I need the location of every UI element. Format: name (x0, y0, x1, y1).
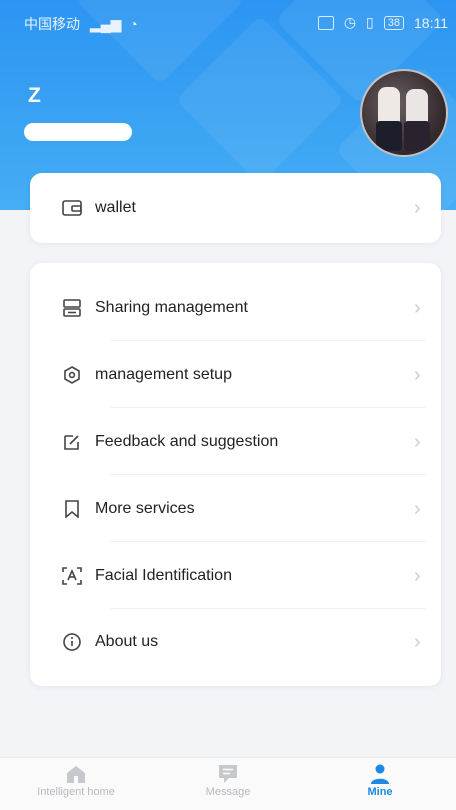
chevron-right-icon: › (414, 196, 421, 219)
user-name: Z (28, 84, 41, 107)
edit-icon (62, 432, 82, 452)
nav-label: Message (205, 786, 251, 798)
wallet-row[interactable]: wallet › (30, 175, 441, 241)
avatar-figure (406, 89, 428, 123)
nav-label: Intelligent home (37, 786, 115, 798)
nav-tab-mine[interactable]: Mine (304, 758, 456, 810)
menu-item-label: Sharing management (95, 299, 248, 316)
avatar-figure (378, 87, 400, 123)
avatar-figure (376, 121, 402, 151)
chevron-right-icon: › (414, 296, 421, 319)
battery-level: 38 (387, 16, 400, 29)
carrier-label: 中国移动 (24, 16, 80, 32)
menu-item-label: Facial Identification (95, 567, 232, 584)
clock: 18:11 (414, 14, 448, 31)
info-icon (62, 632, 82, 652)
wallet-label: wallet (95, 199, 136, 216)
menu-card: Sharing management › management setup › … (30, 263, 441, 686)
user-icon (369, 764, 391, 784)
nav-tab-intelligent-home[interactable]: Intelligent home (0, 758, 152, 810)
home-icon (65, 764, 87, 784)
status-bar: 中国移动 ▂▄▆ ◔ ◷ ▯ 38 18:11 (0, 0, 456, 40)
nav-tab-message[interactable]: Message (152, 758, 304, 810)
menu-item-label: More services (95, 500, 195, 517)
alarm-icon: ◷ (343, 14, 357, 30)
menu-item-label: About us (95, 633, 159, 650)
signal-icon: ▂▄▆ (89, 16, 122, 32)
settings-icon (62, 365, 82, 385)
chevron-right-icon: › (414, 564, 421, 587)
chevron-right-icon: › (414, 430, 421, 453)
divider (110, 407, 426, 408)
bottom-nav: Intelligent home Message Mine (0, 757, 456, 810)
bookmark-icon (62, 499, 82, 519)
wallet-card: wallet › (30, 173, 441, 243)
status-right: ◷ ▯ 38 18:11 (317, 14, 448, 31)
menu-item-facial-identification[interactable]: Facial Identification › (30, 543, 441, 609)
chevron-right-icon: › (414, 363, 421, 386)
nav-label: Mine (367, 786, 393, 798)
message-icon (217, 764, 239, 784)
divider (110, 340, 426, 341)
vibrate-icon: ▯ (366, 14, 374, 30)
status-carrier: 中国移动 ▂▄▆ ◔ (24, 14, 138, 34)
menu-item-sharing-management[interactable]: Sharing management › (30, 275, 441, 341)
battery-icon: 38 (383, 15, 404, 30)
chevron-right-icon: › (414, 630, 421, 653)
divider (110, 474, 426, 475)
menu-item-management-setup[interactable]: management setup › (30, 342, 441, 408)
sharing-icon (62, 298, 82, 318)
menu-item-feedback[interactable]: Feedback and suggestion › (30, 409, 441, 475)
avatar-figure (404, 121, 430, 151)
wifi-icon: ◔ (129, 16, 138, 32)
hd-icon (317, 15, 334, 30)
avatar[interactable] (360, 69, 448, 157)
menu-item-label: management setup (95, 366, 232, 383)
wallet-icon (62, 198, 82, 218)
user-info-placeholder (24, 123, 132, 141)
menu-item-about-us[interactable]: About us › (30, 609, 441, 675)
divider (110, 541, 426, 542)
chevron-right-icon: › (414, 497, 421, 520)
menu-item-label: Feedback and suggestion (95, 433, 279, 450)
menu-item-more-services[interactable]: More services › (30, 476, 441, 542)
face-scan-icon (62, 566, 82, 586)
